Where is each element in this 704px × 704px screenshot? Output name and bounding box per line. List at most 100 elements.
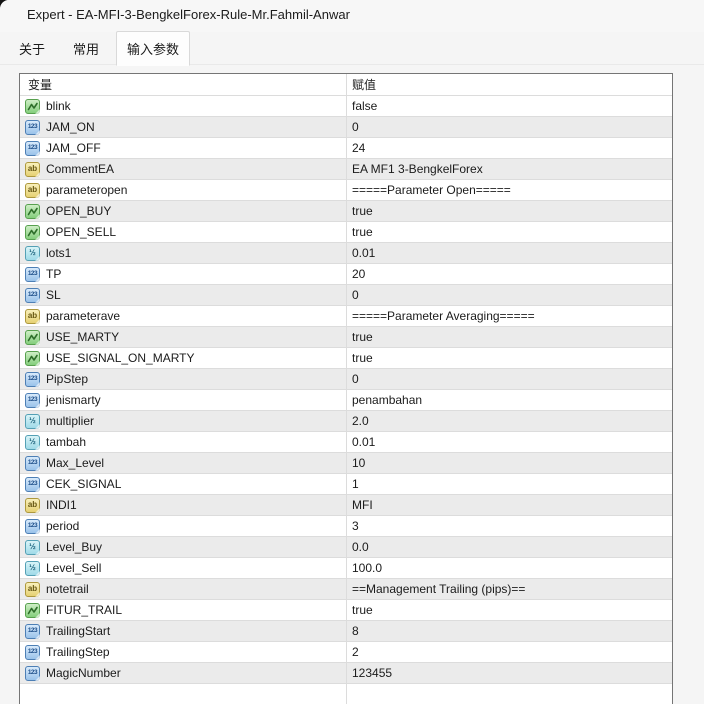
boolean-type-icon <box>25 329 40 345</box>
parameter-value[interactable]: 10 <box>346 456 672 470</box>
boolean-type-icon <box>25 350 40 366</box>
parameter-name: OPEN_BUY <box>46 204 112 218</box>
parameter-value[interactable]: 0 <box>346 288 672 302</box>
parameter-name-cell: 123 period <box>20 518 346 534</box>
double-type-icon: ½ <box>25 560 40 576</box>
column-header-value[interactable]: 赋值 <box>346 76 376 93</box>
parameter-value[interactable]: false <box>346 99 672 113</box>
parameter-name: Max_Level <box>46 456 105 470</box>
parameter-value[interactable]: 0 <box>346 372 672 386</box>
integer-type-icon: 123 <box>25 476 40 492</box>
integer-type-icon: 123 <box>25 119 40 135</box>
parameter-name-cell: USE_SIGNAL_ON_MARTY <box>20 350 346 366</box>
parameter-value[interactable]: 8 <box>346 624 672 638</box>
parameter-name: Level_Buy <box>46 540 103 554</box>
parameter-name: SL <box>46 288 61 302</box>
parameter-name-cell: ½ Level_Buy <box>20 539 346 555</box>
parameter-name: CEK_SIGNAL <box>46 477 122 491</box>
string-type-icon: ab <box>25 182 40 198</box>
window-titlebar[interactable]: Expert - EA-MFI-3-BengkelForex-Rule-Mr.F… <box>0 0 704 32</box>
parameter-name-cell: ½ tambah <box>20 434 346 450</box>
tab-about[interactable]: 关于 <box>8 33 56 65</box>
parameter-name-cell: ab CommentEA <box>20 161 346 177</box>
double-type-icon: ½ <box>25 413 40 429</box>
boolean-type-icon <box>25 98 40 114</box>
parameter-name: notetrail <box>46 582 89 596</box>
parameter-value[interactable]: penambahan <box>346 393 672 407</box>
double-type-icon: ½ <box>25 245 40 261</box>
parameter-name: CommentEA <box>46 162 115 176</box>
string-type-icon: ab <box>25 497 40 513</box>
parameter-name-cell: ab INDI1 <box>20 497 346 513</box>
parameter-name: JAM_ON <box>46 120 95 134</box>
parameter-value[interactable]: 20 <box>346 267 672 281</box>
parameter-value[interactable]: true <box>346 603 672 617</box>
boolean-type-icon <box>25 203 40 219</box>
parameter-name: PipStep <box>46 372 89 386</box>
tab-bar: 关于 常用 输入参数 <box>8 31 196 66</box>
parameter-value[interactable]: 0.0 <box>346 540 672 554</box>
input-parameters-table: 变量 赋值 blink false 123 JAM_ON 0 123 JAM_OFF 24 ab… <box>19 73 673 704</box>
integer-type-icon: 123 <box>25 140 40 156</box>
parameter-value[interactable]: 0 <box>346 120 672 134</box>
parameter-name-cell: 123 MagicNumber <box>20 665 346 681</box>
parameter-value[interactable]: 2.0 <box>346 414 672 428</box>
parameter-name: parameteropen <box>46 183 128 197</box>
integer-type-icon: 123 <box>25 665 40 681</box>
parameter-name-cell: 123 Max_Level <box>20 455 346 471</box>
parameter-name: Level_Sell <box>46 561 102 575</box>
parameter-name-cell: 123 TP <box>20 266 346 282</box>
string-type-icon: ab <box>25 161 40 177</box>
boolean-type-icon <box>25 602 40 618</box>
parameter-value[interactable]: 3 <box>346 519 672 533</box>
parameter-name: lots1 <box>46 246 72 260</box>
parameter-value[interactable]: EA MF1 3-BengkelForex <box>346 162 672 176</box>
parameter-value[interactable]: 2 <box>346 645 672 659</box>
string-type-icon: ab <box>25 308 40 324</box>
parameter-name: multiplier <box>46 414 95 428</box>
parameter-name-cell: ½ lots1 <box>20 245 346 261</box>
parameter-value[interactable]: ==Management Trailing (pips)== <box>346 582 672 596</box>
parameter-name-cell: blink <box>20 98 346 114</box>
parameter-name: INDI1 <box>46 498 77 512</box>
column-header-variable[interactable]: 变量 <box>20 76 346 93</box>
parameter-name-cell: 123 CEK_SIGNAL <box>20 476 346 492</box>
parameter-name-cell: ½ Level_Sell <box>20 560 346 576</box>
parameter-value[interactable]: true <box>346 330 672 344</box>
integer-type-icon: 123 <box>25 266 40 282</box>
integer-type-icon: 123 <box>25 371 40 387</box>
parameter-name: tambah <box>46 435 87 449</box>
parameter-name: TrailingStep <box>46 645 110 659</box>
tab-common[interactable]: 常用 <box>62 33 110 65</box>
parameter-name-cell: FITUR_TRAIL <box>20 602 346 618</box>
parameter-name-cell: USE_MARTY <box>20 329 346 345</box>
parameter-name-cell: 123 JAM_OFF <box>20 140 346 156</box>
parameter-value[interactable]: 0.01 <box>346 246 672 260</box>
parameter-name: TP <box>46 267 62 281</box>
integer-type-icon: 123 <box>25 623 40 639</box>
parameter-name-cell: ½ multiplier <box>20 413 346 429</box>
parameter-name-cell: ab notetrail <box>20 581 346 597</box>
parameter-value[interactable]: 1 <box>346 477 672 491</box>
parameter-value[interactable]: MFI <box>346 498 672 512</box>
double-type-icon: ½ <box>25 539 40 555</box>
integer-type-icon: 123 <box>25 287 40 303</box>
parameter-name-cell: ab parameteropen <box>20 182 346 198</box>
parameter-name-cell: OPEN_SELL <box>20 224 346 240</box>
tab-input-parameters[interactable]: 输入参数 <box>116 31 191 66</box>
parameter-value[interactable]: true <box>346 204 672 218</box>
parameter-value[interactable]: 24 <box>346 141 672 155</box>
column-divider[interactable] <box>346 74 347 704</box>
parameter-value[interactable]: 100.0 <box>346 561 672 575</box>
parameter-value[interactable]: =====Parameter Averaging===== <box>346 309 672 323</box>
parameter-value[interactable]: true <box>346 351 672 365</box>
parameter-value[interactable]: 0.01 <box>346 435 672 449</box>
parameter-name: jenismarty <box>46 393 101 407</box>
parameter-value[interactable]: =====Parameter Open===== <box>346 183 672 197</box>
parameter-value[interactable]: 123455 <box>346 666 672 680</box>
double-type-icon: ½ <box>25 434 40 450</box>
parameter-name: USE_SIGNAL_ON_MARTY <box>46 351 195 365</box>
parameter-name: USE_MARTY <box>46 330 120 344</box>
parameter-name-cell: 123 JAM_ON <box>20 119 346 135</box>
parameter-value[interactable]: true <box>346 225 672 239</box>
